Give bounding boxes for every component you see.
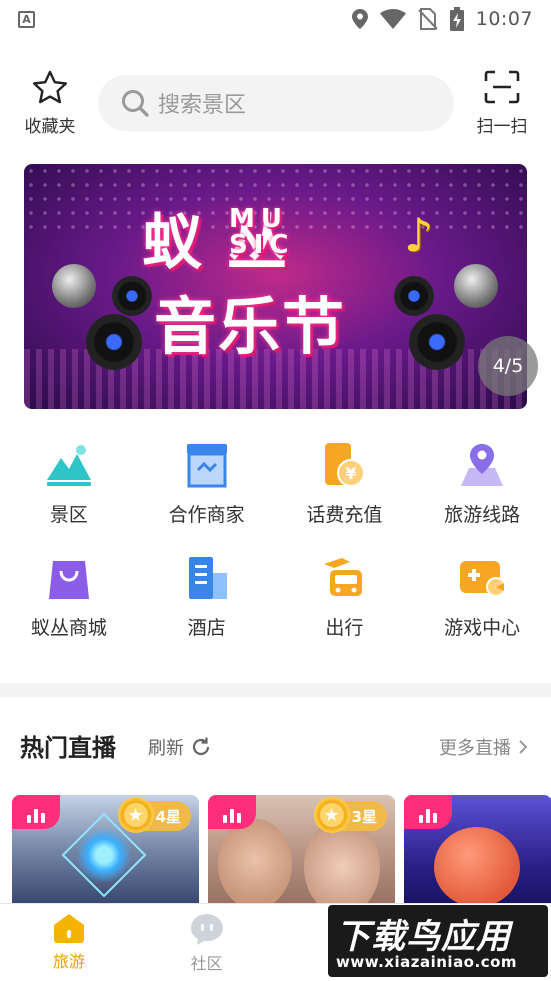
refresh-button[interactable]: 刷新 [148, 734, 212, 760]
mountain-icon [44, 440, 94, 490]
speaker-icon [409, 314, 465, 370]
grid-item-scenic[interactable]: 景区 [0, 440, 138, 553]
notification-a-icon: A [18, 10, 35, 28]
search-placeholder: 搜索景区 [158, 93, 247, 118]
grid-item-label: 酒店 [187, 617, 226, 639]
star-rating-badge: ★ 3星 [313, 797, 387, 833]
grid-item-label: 话费充值 [306, 504, 383, 526]
refresh-icon [192, 737, 210, 756]
travel-bus-icon [319, 553, 369, 603]
live-section-header: 热门直播 刷新 更多直播 [0, 728, 551, 768]
cartoon-monster-image [434, 827, 520, 907]
watermark-url: www.xiazainiao.com [336, 953, 518, 971]
banner-carousel[interactable]: 蚁 丛 MU SIC ♪ 音乐节 [24, 164, 527, 409]
grid-item-label: 合作商家 [168, 504, 245, 526]
map-pin-icon [457, 440, 507, 490]
no-sim-icon [418, 8, 438, 30]
chevron-right-icon [519, 740, 528, 754]
microphone-icon [52, 264, 96, 308]
live-card-list: ★ 4星 ★ 3星 [12, 795, 551, 915]
star-coin-icon: ★ [313, 797, 350, 833]
star-rating-label: 4星 [155, 807, 181, 826]
grid-item-label: 游戏中心 [444, 617, 521, 639]
game-icon [457, 553, 507, 603]
tab-community[interactable]: 社区 [138, 904, 276, 981]
hotel-icon [182, 553, 232, 603]
live-section-title: 热门直播 [20, 734, 116, 762]
svg-text:¥: ¥ [346, 464, 357, 483]
phone-recharge-icon: ¥ [319, 440, 369, 490]
grid-item-label: 蚁丛商城 [30, 617, 107, 639]
app-screen: A 10:07 收藏夹 搜索景区 扫一扫 蚁 丛 MU SIC ♪ 音乐节 4/… [0, 0, 551, 981]
grid-item-mall[interactable]: 蚁丛商城 [0, 553, 138, 666]
live-indicator-icon [404, 795, 452, 829]
scan-button[interactable]: 扫一扫 [470, 70, 534, 137]
scan-icon [484, 70, 520, 104]
tab-travel[interactable]: 旅游 [0, 904, 138, 981]
section-divider [0, 683, 551, 697]
streamer-face-image [218, 819, 292, 909]
live-indicator-icon [208, 795, 256, 829]
refresh-label: 刷新 [148, 738, 184, 759]
banner-page-indicator: 4/5 [478, 336, 538, 396]
location-icon [351, 9, 368, 29]
watermark-title: 下载鸟应用 [336, 917, 511, 957]
grid-item-partner-merchants[interactable]: 合作商家 [138, 440, 276, 553]
top-header: 收藏夹 搜索景区 扫一扫 [0, 60, 551, 150]
store-icon [182, 440, 232, 490]
speaker-icon [112, 276, 152, 316]
live-indicator-icon [12, 795, 60, 829]
grid-item-travel[interactable]: 出行 [276, 553, 414, 666]
grid-item-label: 景区 [49, 504, 88, 526]
star-icon [33, 70, 67, 104]
banner-title-line2: 音乐节 [154, 290, 347, 363]
grid-item-phone-recharge[interactable]: ¥ 话费充值 [276, 440, 414, 553]
microphone-icon [454, 264, 498, 308]
shopping-bag-icon [44, 553, 94, 603]
chat-bubble-icon [190, 914, 223, 945]
battery-charging-icon [449, 7, 464, 31]
status-bar: A 10:07 [0, 0, 551, 38]
streamer-face-image [304, 819, 380, 915]
speaker-icon [86, 314, 142, 370]
favorites-label: 收藏夹 [24, 117, 76, 137]
search-icon [122, 90, 149, 117]
more-live-label: 更多直播 [439, 738, 511, 759]
feature-grid: 景区 合作商家 ¥ 话费充值 旅游线路 蚁丛商城 酒店 出行 游戏中心 [0, 440, 551, 666]
live-card[interactable] [404, 795, 551, 915]
clock-time: 10:07 [475, 8, 533, 30]
grid-item-hotel[interactable]: 酒店 [138, 553, 276, 666]
site-watermark: 下载鸟应用 www.xiazainiao.com [328, 905, 548, 977]
live-card[interactable]: ★ 3星 [208, 795, 395, 915]
home-icon [53, 914, 84, 943]
scan-label: 扫一扫 [476, 117, 528, 137]
search-input[interactable]: 搜索景区 [98, 75, 454, 131]
star-coin-icon: ★ [117, 797, 154, 833]
speaker-icon [394, 276, 434, 316]
tab-label: 旅游 [52, 952, 85, 971]
grid-item-label: 旅游线路 [444, 504, 521, 526]
live-card[interactable]: ★ 4星 [12, 795, 199, 915]
star-rating-badge: ★ 4星 [117, 797, 191, 833]
star-rating-label: 3星 [351, 807, 377, 826]
more-live-link[interactable]: 更多直播 [439, 734, 529, 760]
grid-item-game-center[interactable]: 游戏中心 [413, 553, 551, 666]
banner-music-text: MU SIC [229, 204, 295, 260]
grid-item-travel-routes[interactable]: 旅游线路 [413, 440, 551, 553]
favorites-button[interactable]: 收藏夹 [18, 70, 82, 137]
music-note-icon: ♪ [404, 208, 434, 262]
wifi-icon [379, 9, 406, 29]
tab-label: 社区 [190, 954, 223, 973]
grid-item-label: 出行 [325, 617, 364, 639]
